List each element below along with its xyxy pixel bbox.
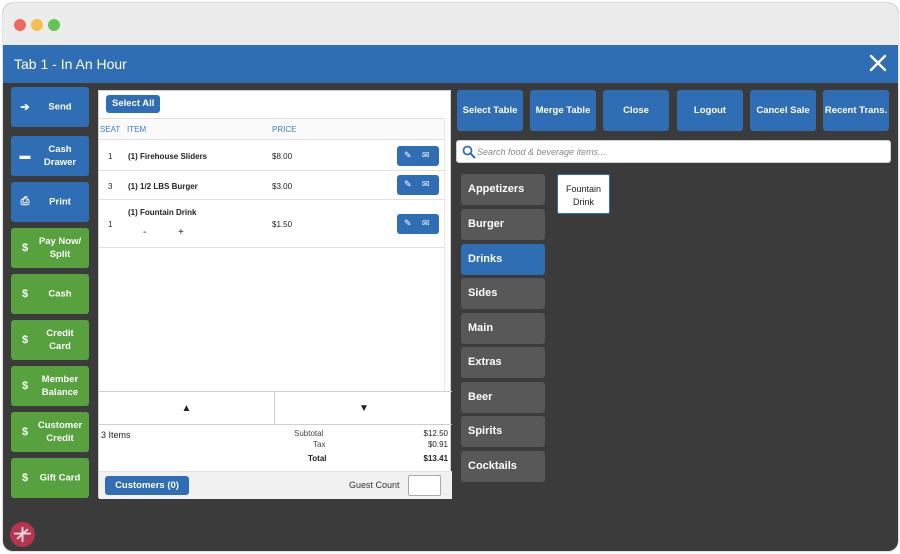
close-window-dot[interactable] <box>14 19 26 31</box>
edit-icon[interactable]: ✎ <box>404 150 412 161</box>
menu-item-label: Fountain Drink <box>565 184 602 207</box>
minimize-window-dot[interactable] <box>31 19 43 31</box>
customer-credit-button[interactable]: $ Customer Credit <box>11 412 89 452</box>
item-cell: (1) Fountain Drink <box>128 208 197 217</box>
total-label: Total <box>308 454 327 463</box>
edit-icon[interactable]: ✎ <box>404 179 412 190</box>
category-main[interactable]: Main <box>461 313 545 344</box>
price-header: PRICE <box>272 125 297 134</box>
tax-label: Tax <box>313 440 326 449</box>
table-row[interactable]: 3 (1) 1/2 LBS Burger $3.00 ✎ ✉ <box>99 171 445 200</box>
category-beer[interactable]: Beer <box>461 382 545 413</box>
scroll-down-button[interactable]: ▼ <box>276 392 452 425</box>
comment-icon[interactable]: ✉ <box>422 218 430 229</box>
table-row[interactable]: 1 (1) Firehouse Sliders $8.00 ✎ ✉ <box>99 141 445 171</box>
order-totals: 3 Items Subtotal $12.50 Tax $0.91 Total … <box>99 425 452 475</box>
category-sides[interactable]: Sides <box>461 278 545 309</box>
subtotal-label: Subtotal <box>294 429 324 438</box>
order-nav: ▲ ▼ <box>99 391 452 425</box>
printer-icon: ⎙ <box>20 195 30 208</box>
drawer-icon: ▬ <box>19 150 31 162</box>
recent-transactions-button[interactable]: Recent Trans. <box>823 90 889 131</box>
row-actions: ✎ ✉ <box>397 175 439 195</box>
comment-icon[interactable]: ✉ <box>422 150 430 161</box>
cancel-sale-button[interactable]: Cancel Sale <box>750 90 816 131</box>
select-all-button[interactable]: Select All <box>106 95 161 113</box>
order-panel: Select All SEAT ITEM PRICE 1 (1) Firehou… <box>98 90 452 499</box>
row-actions: ✎ ✉ <box>397 146 439 166</box>
customers-button[interactable]: Customers (0) <box>105 476 189 495</box>
search-icon <box>462 145 476 159</box>
tab-title: Tab 1 - In An Hour <box>14 56 127 72</box>
subtotal-value: $12.50 <box>423 429 448 438</box>
select-table-button[interactable]: Select Table <box>457 90 523 131</box>
guest-count-label: Guest Count <box>349 480 400 490</box>
total-value: $13.41 <box>423 454 448 463</box>
scroll-up-button[interactable]: ▲ <box>99 392 275 425</box>
edit-icon[interactable]: ✎ <box>404 218 412 229</box>
maximize-window-dot[interactable] <box>48 19 60 31</box>
dollar-icon: $ <box>21 334 29 346</box>
order-footer: Customers (0) Guest Count <box>99 471 452 499</box>
increase-quantity-button[interactable]: + <box>178 227 184 238</box>
title-bar: Tab 1 - In An Hour <box>3 45 898 83</box>
decrease-quantity-button[interactable]: - <box>143 227 146 238</box>
menu-item-fountain-drink[interactable]: Fountain Drink <box>557 174 610 214</box>
order-table-header: SEAT ITEM PRICE <box>99 118 445 140</box>
cash-drawer-button[interactable]: ▬ Cash Drawer <box>11 136 89 176</box>
item-header: ITEM <box>127 125 147 134</box>
close-icon[interactable] <box>866 51 890 75</box>
price-cell: $8.00 <box>272 152 293 161</box>
category-cocktails[interactable]: Cocktails <box>461 451 545 482</box>
order-scrollbar[interactable] <box>444 118 450 390</box>
gift-card-button[interactable]: $ Gift Card <box>11 458 89 498</box>
search-input[interactable]: Search food & beverage items... <box>456 140 891 163</box>
guest-count-input[interactable] <box>408 475 441 496</box>
items-count: 3 Items <box>101 430 131 440</box>
price-cell: $1.50 <box>272 220 293 229</box>
seat-cell: 3 <box>108 182 113 191</box>
seat-header: SEAT <box>100 125 121 134</box>
table-row[interactable]: 1 (1) Fountain Drink - + $1.50 ✎ ✉ <box>99 200 445 248</box>
window-chrome <box>3 3 898 45</box>
brand-logo-icon <box>9 521 36 548</box>
cash-button[interactable]: $ Cash <box>11 274 89 314</box>
send-button[interactable]: ➔ Send <box>11 87 89 127</box>
tax-value: $0.91 <box>427 440 448 449</box>
row-actions: ✎ ✉ <box>397 214 439 234</box>
item-cell: (1) Firehouse Sliders <box>128 152 208 161</box>
comment-icon[interactable]: ✉ <box>422 179 430 190</box>
seat-cell: 1 <box>108 152 113 161</box>
item-cell: (1) 1/2 LBS Burger <box>128 182 198 191</box>
member-balance-button[interactable]: $ Member Balance <box>11 366 89 406</box>
category-burger[interactable]: Burger <box>461 209 545 240</box>
price-cell: $3.00 <box>272 182 293 191</box>
dollar-icon: $ <box>21 288 29 300</box>
logout-button[interactable]: Logout <box>677 90 743 131</box>
dollar-icon: $ <box>21 472 29 484</box>
arrow-right-icon: ➔ <box>20 101 30 114</box>
credit-card-button[interactable]: $ Credit Card <box>11 320 89 360</box>
dollar-icon: $ <box>21 242 29 254</box>
close-register-button[interactable]: Close Register <box>603 90 669 157</box>
pos-window: Tab 1 - In An Hour ➔ Send ▬ Cash Drawer … <box>3 3 898 551</box>
pay-now-split-button[interactable]: $ Pay Now/ Split <box>11 228 89 268</box>
print-button[interactable]: ⎙ Print <box>11 182 89 222</box>
dollar-icon: $ <box>21 380 29 392</box>
category-spirits[interactable]: Spirits <box>461 416 545 447</box>
category-appetizers[interactable]: Appetizers <box>461 174 545 205</box>
category-extras[interactable]: Extras <box>461 347 545 378</box>
category-drinks[interactable]: Drinks <box>461 244 545 275</box>
seat-cell: 1 <box>108 220 113 229</box>
search-placeholder: Search food & beverage items... <box>477 147 606 157</box>
dollar-icon: $ <box>21 426 29 438</box>
merge-table-button[interactable]: Merge Table <box>530 90 596 131</box>
